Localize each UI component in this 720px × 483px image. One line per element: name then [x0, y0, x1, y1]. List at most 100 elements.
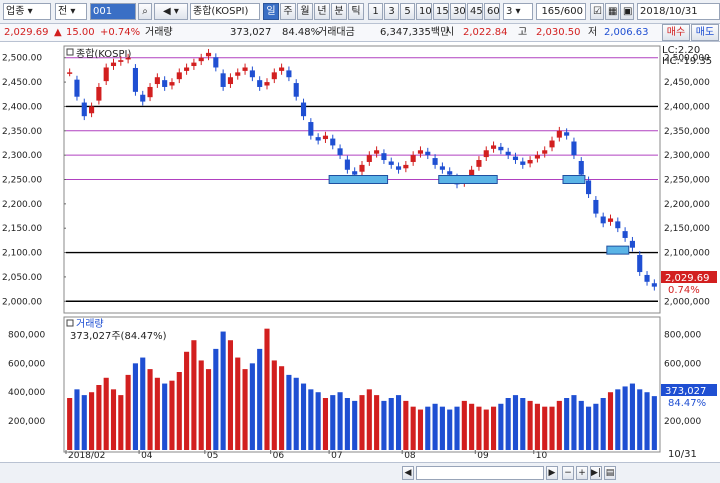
candle-body	[637, 254, 643, 273]
date-tick-label: 10	[536, 451, 548, 461]
hc-label: HC:-19.35	[662, 56, 712, 67]
checkbox-icon[interactable]: ☑	[590, 3, 604, 20]
interval-5-button[interactable]: 5	[400, 3, 415, 20]
interval-10-button[interactable]: 10	[416, 3, 432, 20]
scroll-right-button[interactable]: ▶	[546, 466, 558, 480]
volume-bar	[425, 406, 431, 450]
price-tick-label: 2,450.00	[2, 78, 42, 88]
tab-month[interactable]: 월	[297, 3, 313, 20]
grid-icon[interactable]: ▦	[605, 3, 619, 20]
count-total: 600	[563, 6, 583, 17]
volume-bar	[279, 366, 285, 450]
date-tick-label: 05	[207, 451, 218, 461]
chart-settings-button[interactable]: ▤	[604, 466, 616, 480]
zoom-out-button[interactable]: −	[562, 466, 574, 480]
date-tick-label: 09	[477, 451, 489, 461]
market-select-value: 업종	[6, 6, 25, 17]
zoom-in-button[interactable]: +	[576, 466, 588, 480]
candle-body	[542, 150, 548, 154]
candle-body	[578, 160, 584, 175]
price-tick-label: 2,150.00	[2, 224, 42, 234]
date-tick-label: 04	[141, 451, 153, 461]
candle-body	[169, 82, 175, 86]
highlight-box	[438, 175, 498, 184]
volume-bar	[205, 369, 212, 450]
date-field[interactable]: 2018/10/31	[637, 3, 720, 20]
volume-bar	[505, 398, 511, 450]
buy-button[interactable]: 매수	[662, 24, 690, 41]
scroll-end-button[interactable]: ▶|	[590, 466, 602, 480]
interval-select[interactable]: 3 ▾	[503, 3, 533, 20]
candle-body	[564, 132, 570, 136]
interval-1-button[interactable]: 1	[368, 3, 383, 20]
speaker-icon[interactable]: ◀ ▾	[154, 3, 188, 20]
code-input[interactable]: 001	[90, 3, 136, 20]
candle-body	[483, 150, 489, 158]
volume-bar	[140, 357, 146, 450]
candle-body	[498, 146, 504, 151]
interval-60-button[interactable]: 60	[484, 3, 500, 20]
scroll-thumb[interactable]	[416, 466, 544, 480]
volume-bar	[388, 398, 394, 450]
window-icon[interactable]: ▣	[620, 3, 634, 20]
volume-bar	[520, 398, 526, 450]
volume-bar	[191, 340, 197, 450]
date-value: 2018/10/31	[640, 6, 698, 17]
volume-bar	[432, 403, 438, 450]
candle-body	[213, 57, 219, 68]
volume-bar	[352, 400, 358, 450]
candle-body	[388, 161, 394, 165]
volume-bar	[322, 398, 329, 450]
candle-body	[505, 151, 511, 156]
period-select[interactable]: 전 ▾	[55, 3, 87, 20]
volume-bar	[235, 357, 241, 450]
price-tick-label: 2,500.00	[2, 54, 42, 64]
tab-tick[interactable]: 틱	[348, 3, 364, 20]
price-tick-label-right: 2,150,000	[664, 224, 710, 234]
volume-bar	[359, 395, 365, 450]
volume-tick-label: 400,000	[8, 388, 45, 398]
volume-bar	[571, 395, 577, 450]
volume-bar	[439, 406, 445, 450]
volume-bar	[490, 406, 497, 450]
search-icon[interactable]: ⌕	[138, 3, 152, 20]
interval-30-button[interactable]: 30	[450, 3, 466, 20]
candle-body	[191, 62, 197, 67]
volume-bar	[315, 392, 321, 450]
candle-body	[227, 77, 234, 85]
candle-body	[205, 52, 212, 57]
current-volume-tag-text: 373,027	[665, 386, 706, 397]
highlight-box	[606, 245, 630, 255]
market-select[interactable]: 업종 ▾	[3, 3, 51, 20]
tab-week[interactable]: 주	[280, 3, 296, 20]
chart-area[interactable]: 2,000.00 2,050.00 2,100.00 2,150.00 2,200.00…	[0, 42, 720, 462]
sell-button[interactable]: 매도	[691, 24, 719, 41]
amount-value: 6,347,335백만	[380, 27, 450, 38]
interval-15-button[interactable]: 15	[433, 3, 449, 20]
price-tick-label: 2,300.00	[2, 151, 42, 161]
interval-45-button[interactable]: 45	[467, 3, 483, 20]
count-field[interactable]: 165/600	[536, 3, 586, 20]
index-name-field[interactable]: 종합(KOSPI)	[190, 3, 260, 20]
date-tick-label: 07	[331, 451, 342, 461]
candle-body	[600, 216, 606, 224]
price-tick-label: 2,050.00	[2, 273, 42, 283]
chart-scrollbar[interactable]: ◀ ▶ − + ▶| ▤	[0, 462, 720, 483]
date-tick-label: 06	[273, 451, 285, 461]
tab-week-label: 주	[283, 6, 293, 17]
candle-body	[447, 171, 453, 175]
tab-day[interactable]: 일	[263, 3, 279, 20]
price-axis-left: 2,000.00 2,050.00 2,100.00 2,150.00 2,200.00…	[2, 54, 42, 308]
candle-body	[432, 158, 438, 165]
candle-body	[286, 70, 292, 78]
tab-year[interactable]: 년	[314, 3, 330, 20]
interval-3-button[interactable]: 3	[384, 3, 399, 20]
volume-bar	[67, 398, 73, 450]
volume-bar	[586, 406, 592, 450]
scroll-left-button[interactable]: ◀	[402, 466, 414, 480]
volume-bar	[103, 377, 109, 450]
price-tick-label: 2,100.00	[2, 249, 42, 259]
candle-body	[403, 164, 409, 169]
tab-minute[interactable]: 분	[331, 3, 347, 20]
volume-bar	[300, 383, 307, 450]
